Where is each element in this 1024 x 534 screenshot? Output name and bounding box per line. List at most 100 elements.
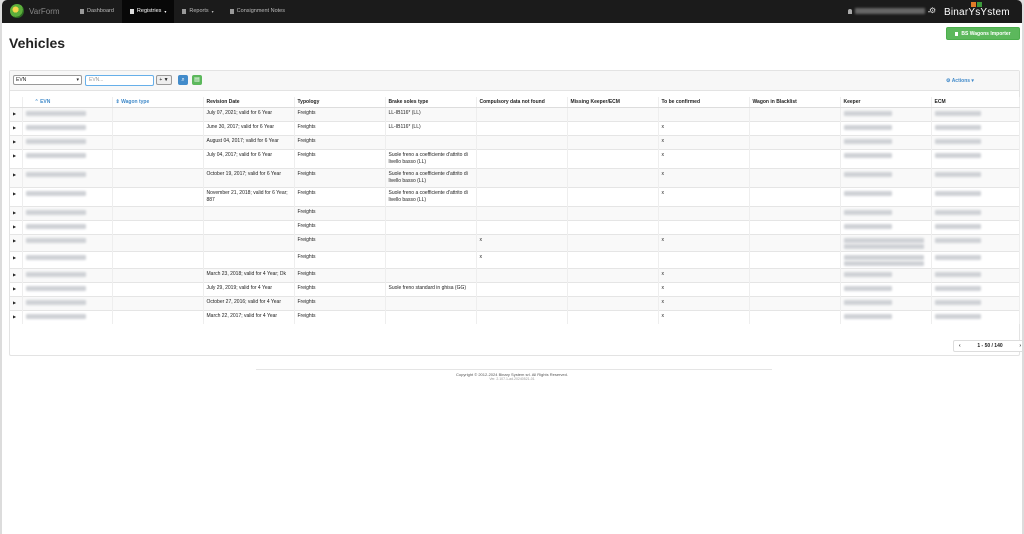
keeper-redacted [843, 223, 892, 229]
nav-item-3[interactable]: Consignment Notes [222, 0, 293, 23]
search-button[interactable]: ⌕ [178, 75, 188, 85]
column-label: Keeper [843, 98, 861, 105]
expand-cell[interactable]: ▶ [10, 148, 23, 168]
revision-date-cell: August 04, 2017; valid for 6 Year [203, 134, 295, 149]
user-icon [848, 8, 852, 14]
evn-cell [22, 267, 113, 282]
actions-label: Actions [951, 78, 971, 84]
table-row[interactable]: ▶ July 29, 2019; valid for 4 Year Freights… [10, 281, 1020, 296]
column-label: Wagon type [121, 98, 150, 105]
table-row[interactable]: ▶ July 04, 2017; valid for 6 Year Freights… [10, 148, 1020, 168]
ecm-redacted [934, 299, 981, 305]
prev-page-icon[interactable]: ‹ [959, 343, 961, 349]
expand-cell[interactable]: ▶ [10, 167, 23, 187]
table-row[interactable]: ▶ October 27, 2016; valid for 4 Year Freig… [10, 295, 1020, 310]
nav-item-label: Consignment Notes [236, 8, 285, 14]
chevron-right-icon[interactable]: ▶ [13, 314, 16, 319]
blacklist-cell [749, 106, 841, 121]
expand-cell[interactable]: ▶ [10, 233, 23, 251]
chevron-right-icon[interactable]: ▶ [13, 286, 16, 291]
evn-cell [22, 233, 113, 251]
table-row[interactable]: ▶ June 30, 2017; valid for 6 Year Freights… [10, 120, 1020, 135]
table-row[interactable]: ▶ March 22, 2017; valid for 4 Year Freight… [10, 309, 1020, 324]
wagon-type-cell [112, 120, 204, 135]
chevron-right-icon[interactable]: ▶ [13, 111, 16, 116]
brake-soles-cell: LL-IB116* (LL) [385, 120, 477, 135]
typology-cell: Freights [294, 167, 386, 187]
gear-icon[interactable]: ⚙ [929, 6, 936, 15]
chevron-right-icon[interactable]: ▶ [13, 300, 16, 305]
evn-redacted [25, 110, 86, 116]
evn-redacted [25, 190, 86, 196]
evn-redacted [25, 299, 86, 305]
table-row[interactable]: ▶ August 04, 2017; valid for 6 Year Freigh… [10, 134, 1020, 149]
keeper-redacted [843, 124, 892, 130]
chevron-right-icon[interactable]: ▶ [13, 255, 16, 260]
table-row[interactable]: ▶ October 19, 2017; valid for 6 Year Freig… [10, 167, 1020, 187]
revision-date-cell: July 29, 2019; valid for 4 Year [203, 281, 295, 296]
column-header-1[interactable]: ⇕ Wagon type [112, 97, 204, 108]
keeper-redacted [843, 209, 892, 215]
evn-redacted [25, 237, 86, 243]
table-row[interactable]: ▶ Freights x [10, 250, 1020, 268]
table-row[interactable]: ▶ Freights [10, 219, 1020, 234]
expand-cell[interactable]: ▶ [10, 120, 23, 135]
expand-column-header [10, 97, 23, 108]
export-button[interactable]: ▤ [192, 75, 202, 85]
chevron-right-icon[interactable]: ▶ [13, 238, 16, 243]
compulsory-data-cell [476, 148, 568, 168]
evn-search-input[interactable]: EVN... [85, 75, 154, 86]
actions-dropdown[interactable]: ⚙ Actions ▾ [946, 78, 974, 84]
nav-item-0[interactable]: Dashboard [72, 0, 122, 23]
search-field-select[interactable]: EVN ▾ [13, 75, 82, 85]
pagination-label: 1 - 50 / 140 [977, 343, 1003, 349]
blacklist-cell [749, 219, 841, 234]
expand-cell[interactable]: ▶ [10, 250, 23, 268]
app-logo[interactable]: VarForm [10, 4, 60, 18]
keeper-redacted [843, 243, 924, 249]
revision-date-cell: March 23, 2018; valid for 4 Year; Dk [203, 267, 295, 282]
chevron-right-icon[interactable]: ▶ [13, 125, 16, 130]
compulsory-data-cell [476, 120, 568, 135]
expand-cell[interactable]: ▶ [10, 134, 23, 149]
wagons-importer-label: BS Wagons Importer [961, 30, 1011, 37]
expand-cell[interactable]: ▶ [10, 281, 23, 296]
chevron-down-icon: ▾ [164, 9, 167, 14]
expand-cell[interactable]: ▶ [10, 295, 23, 310]
next-page-icon[interactable]: › [1019, 343, 1021, 349]
expand-cell[interactable]: ▶ [10, 219, 23, 234]
column-header-0[interactable]: ⌃ EVN [22, 97, 113, 108]
missing-keeper-cell [567, 134, 659, 149]
table-row[interactable]: ▶ March 23, 2018; valid for 4 Year; Dk Fre… [10, 267, 1020, 282]
chevron-right-icon[interactable]: ▶ [13, 210, 16, 215]
evn-redacted [25, 285, 86, 291]
globe-icon [10, 4, 24, 18]
revision-date-cell: July 04, 2017; valid for 6 Year [203, 148, 295, 168]
chevron-right-icon[interactable]: ▶ [13, 139, 16, 144]
chevron-right-icon[interactable]: ▶ [13, 153, 16, 158]
chevron-right-icon[interactable]: ▶ [13, 172, 16, 177]
expand-cell[interactable]: ▶ [10, 186, 23, 206]
table-row[interactable]: ▶ November 21, 2018; valid for 6 Year; 88… [10, 186, 1020, 206]
table-row[interactable]: ▶ Freights x x [10, 233, 1020, 251]
wagons-importer-button[interactable]: BS Wagons Importer [946, 27, 1020, 40]
add-filter-button[interactable]: + ▼ [156, 75, 172, 85]
nav-item-1[interactable]: Registries ▾ [121, 0, 175, 23]
user-menu[interactable]: ▾ [848, 8, 930, 14]
expand-cell[interactable]: ▶ [10, 309, 23, 324]
column-label: Brake soles type [388, 98, 429, 105]
table-row[interactable]: ▶ Freights [10, 205, 1020, 220]
to-be-confirmed-cell: x [658, 167, 750, 187]
compulsory-data-cell [476, 309, 568, 324]
expand-cell[interactable]: ▶ [10, 106, 23, 121]
nav-item-2[interactable]: Reports ▾ [174, 0, 221, 23]
keeper-cell [840, 267, 932, 282]
expand-cell[interactable]: ▶ [10, 205, 23, 220]
search-icon: ⌕ [181, 77, 185, 83]
chevron-right-icon[interactable]: ▶ [13, 272, 16, 277]
chevron-right-icon[interactable]: ▶ [13, 191, 16, 196]
expand-cell[interactable]: ▶ [10, 267, 23, 282]
typology-cell: Freights [294, 186, 386, 206]
chevron-right-icon[interactable]: ▶ [13, 224, 16, 229]
table-row[interactable]: ▶ July 07, 2021; valid for 6 Year Freights… [10, 106, 1020, 121]
